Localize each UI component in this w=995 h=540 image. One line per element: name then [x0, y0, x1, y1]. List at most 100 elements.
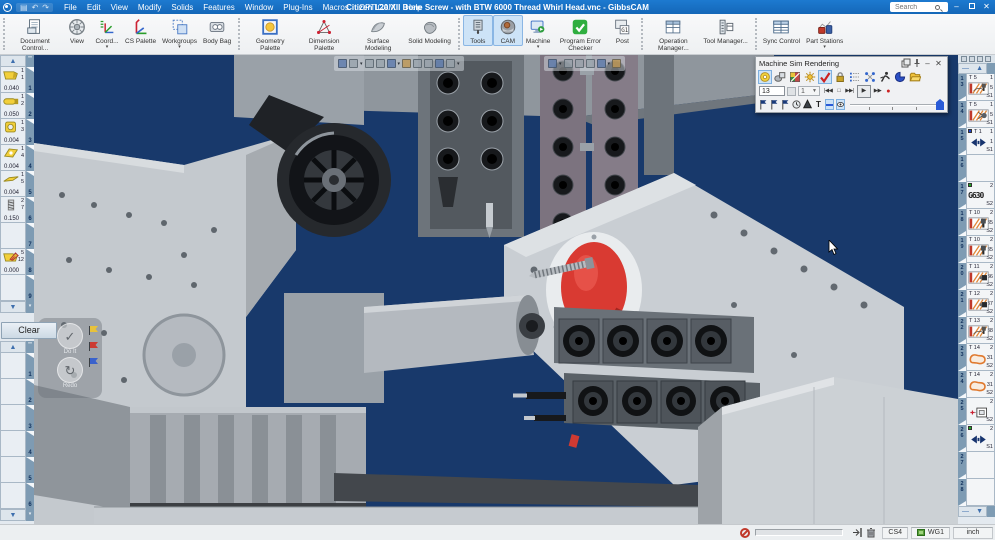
slider-thumb[interactable]: [936, 99, 944, 110]
view-iso-icon[interactable]: [365, 59, 374, 68]
menu-view[interactable]: View: [106, 3, 133, 12]
pause-dash-icon[interactable]: [825, 99, 834, 110]
step-button[interactable]: ▶▶|: [843, 86, 855, 97]
minimize-button[interactable]: –: [950, 1, 963, 13]
collapse-ops-icon[interactable]: [961, 56, 967, 62]
lower-tile[interactable]: [0, 431, 26, 457]
op-tile[interactable]: T 13238S2: [966, 317, 995, 344]
chevron-down-icon[interactable]: ▾: [106, 45, 109, 49]
undo-icon[interactable]: ↶: [32, 3, 39, 12]
search-input[interactable]: [893, 3, 933, 12]
op-tab[interactable]: 2 0: [958, 263, 966, 290]
render-mode-icon[interactable]: [758, 70, 772, 84]
lower-list-scroll-up[interactable]: ▲ ▔: [0, 341, 34, 353]
toolbar-geometry-palette[interactable]: Geometry Palette: [243, 15, 297, 53]
redo-button[interactable]: ↻: [57, 357, 83, 383]
toolbar-program-error-checker[interactable]: Program Error Checker: [553, 15, 607, 53]
light-icon[interactable]: [803, 70, 817, 84]
tool-tab[interactable]: 4: [26, 145, 34, 171]
toolbar-sync-control[interactable]: Sync Control: [760, 15, 803, 46]
tool-tab[interactable]: 5: [26, 171, 34, 197]
tab-pin-icon[interactable]: ▔: [26, 341, 34, 353]
menu-window[interactable]: Window: [240, 3, 278, 12]
operator-view-icon[interactable]: [985, 56, 991, 62]
toolbar-dimension-palette[interactable]: Dimension Palette: [297, 15, 351, 53]
flag-1-icon[interactable]: [759, 99, 768, 110]
op-tab[interactable]: 2 4: [958, 371, 966, 398]
tool-tile[interactable]: 140.004: [0, 145, 26, 171]
toolbar-operation-manager[interactable]: Operation Manager...: [646, 15, 700, 53]
chevron-down-icon[interactable]: ▾: [398, 61, 401, 67]
lower-tile[interactable]: [0, 457, 26, 483]
fast-forward-button[interactable]: ▶▶: [872, 86, 883, 97]
toolbar-surface-modeling[interactable]: Surface Modeling: [351, 15, 405, 53]
view-orient-icon[interactable]: [338, 59, 347, 68]
lower-tab[interactable]: 5: [26, 457, 34, 483]
section-icon[interactable]: [893, 70, 907, 84]
shaded-parts-icon[interactable]: [773, 70, 787, 84]
toolbar-machine[interactable]: Machine▾: [523, 15, 554, 50]
tool-tile[interactable]: 270.150: [0, 197, 26, 223]
sim-palette-titlebar[interactable]: Machine Sim Rendering – ✕: [756, 57, 947, 69]
scroll-down-icon[interactable]: ▼: [976, 507, 983, 516]
tool-motion-icon[interactable]: [878, 70, 892, 84]
flag-2-icon[interactable]: [770, 99, 779, 110]
sim-speed-field[interactable]: [759, 86, 785, 96]
tab-pin-icon[interactable]: ▔: [26, 55, 34, 67]
tool-list-scroll-up[interactable]: ▲ ▔: [0, 55, 34, 67]
tool-tile[interactable]: 5120.000: [0, 249, 26, 275]
search-box[interactable]: [890, 2, 948, 12]
display-mode-icon[interactable]: [446, 59, 455, 68]
op-tile[interactable]: T 515S1: [966, 101, 995, 128]
tool-tab[interactable]: 8: [26, 249, 34, 275]
tool-tile[interactable]: [0, 275, 26, 301]
op-tile[interactable]: [966, 452, 995, 479]
machine-sim-viewport[interactable]: ▾▾▾ ▾▾ ✓ Do It ↻ Redo Machine Sim Render…: [34, 55, 958, 524]
op-tab[interactable]: 1 7: [958, 182, 966, 209]
collapse-icon[interactable]: —: [962, 64, 969, 73]
expand-ops-icon[interactable]: [969, 56, 975, 62]
menu-features[interactable]: Features: [198, 3, 240, 12]
op-tile[interactable]: 2S2: [966, 398, 995, 425]
op-tile[interactable]: T 14231S2: [966, 344, 995, 371]
sort-ops-icon[interactable]: [977, 56, 983, 62]
lower-tab[interactable]: 1: [26, 353, 34, 379]
collapse-icon[interactable]: —: [962, 507, 969, 516]
op-tab[interactable]: 2 7: [958, 452, 966, 479]
toolbar-cam[interactable]: CAM: [493, 15, 523, 46]
clock-icon[interactable]: [792, 99, 801, 110]
tool-tab[interactable]: 1: [26, 67, 34, 93]
menu-edit[interactable]: Edit: [82, 3, 106, 12]
tool-show-icon[interactable]: [564, 59, 573, 68]
op-tab[interactable]: 2 5: [958, 398, 966, 425]
toolbar-post[interactable]: G1Post: [607, 15, 637, 46]
holder-show-icon[interactable]: [575, 59, 584, 68]
minimize-palette-icon[interactable]: –: [922, 58, 933, 68]
chevron-down-icon[interactable]: ▾: [178, 45, 181, 49]
scroll-up-icon[interactable]: ▲: [0, 55, 26, 67]
zoom-window-icon[interactable]: [387, 59, 396, 68]
sim-loop-select[interactable]: 1 ▼: [798, 86, 820, 96]
toolbar-solid-modeling[interactable]: Solid Modeling: [405, 15, 454, 46]
op-tile[interactable]: T 12237S2: [966, 290, 995, 317]
markers-icon[interactable]: [863, 70, 877, 84]
toolbar-tool-manager[interactable]: Tool Manager...: [700, 15, 750, 46]
sim-progress-slider[interactable]: [850, 99, 944, 110]
open-file-icon[interactable]: [908, 70, 922, 84]
op-tile[interactable]: T 10235S2: [966, 236, 995, 263]
search-icon[interactable]: [935, 5, 940, 10]
tool-tab[interactable]: 9: [26, 275, 34, 301]
op-tab[interactable]: 1 3: [958, 74, 966, 101]
op-tile[interactable]: T 11236S2: [966, 263, 995, 290]
toolbar-coord[interactable]: Coord...▾: [92, 15, 122, 50]
op-tile[interactable]: [966, 479, 995, 506]
tool-list-scroll-down[interactable]: ▼ ▾: [0, 301, 34, 313]
sim-stock-icon[interactable]: [548, 59, 557, 68]
tool-tile[interactable]: 120.050: [0, 93, 26, 119]
warning-icon[interactable]: [803, 99, 812, 110]
stock-display-icon[interactable]: [413, 59, 422, 68]
help-icon[interactable]: [612, 59, 621, 68]
sim-spin-button[interactable]: [787, 87, 796, 96]
op-tile[interactable]: T 111S1: [966, 128, 995, 155]
op-tab[interactable]: 2 8: [958, 479, 966, 506]
